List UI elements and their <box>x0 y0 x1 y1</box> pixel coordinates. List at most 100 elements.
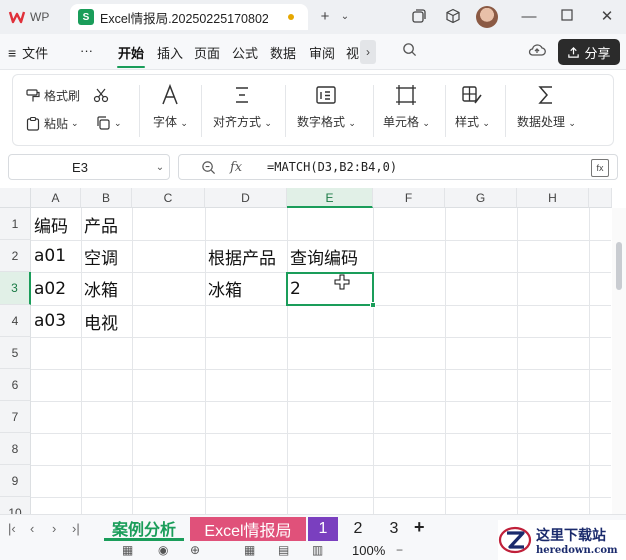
row-header-4[interactable]: 4 <box>0 305 31 337</box>
first-sheet-icon[interactable]: |‹ <box>8 521 16 536</box>
gridline <box>373 208 374 514</box>
cell-a4[interactable]: a03 <box>31 305 66 337</box>
wps-home-tab[interactable]: WP <box>4 6 62 28</box>
tab-data[interactable]: 数据 <box>270 43 296 62</box>
previous-sheet-icon[interactable]: ‹ <box>30 521 34 536</box>
ribbon-scroll-right-button[interactable]: › <box>360 40 376 64</box>
sheet-tab-2[interactable]: 2 <box>344 517 372 541</box>
copy-button[interactable]: ⌄ <box>95 115 122 131</box>
cell-b3[interactable]: 冰箱 <box>81 272 118 305</box>
focus-icon[interactable]: ⊕ <box>190 543 200 557</box>
row-header-3[interactable]: 3 <box>0 272 31 305</box>
row-header-7[interactable]: 7 <box>0 401 31 433</box>
new-tab-button[interactable]: + <box>316 8 334 26</box>
align-icon <box>236 87 249 103</box>
page-break-icon[interactable]: ▥ <box>312 543 323 557</box>
sheet-tab-3[interactable]: 3 <box>380 517 408 541</box>
column-header-g[interactable]: G <box>445 188 517 208</box>
minimize-icon[interactable]: — <box>520 8 538 26</box>
zoom-out-icon[interactable]: − <box>396 543 403 557</box>
scrollbar-thumb[interactable] <box>616 242 622 290</box>
column-header-f[interactable]: F <box>373 188 445 208</box>
layout-icon[interactable]: ▦ <box>122 543 133 557</box>
cell-d2[interactable]: 根据产品 <box>205 240 276 272</box>
tab-list-chevron-icon[interactable]: ⌄ <box>336 8 354 26</box>
tab-review[interactable]: 审阅 <box>309 43 335 62</box>
column-header-b[interactable]: B <box>81 188 132 208</box>
page-layout-icon[interactable]: ▤ <box>278 543 289 557</box>
alignment-button[interactable]: 对齐方式 ⌄ <box>213 83 272 130</box>
next-sheet-icon[interactable]: › <box>52 521 56 536</box>
row-header-5[interactable]: 5 <box>0 337 31 369</box>
style-button[interactable]: 样式 ⌄ <box>455 83 490 130</box>
user-avatar[interactable] <box>476 6 498 28</box>
name-box[interactable]: E3 ⌄ <box>8 154 170 180</box>
cell-b4[interactable]: 电视 <box>81 305 118 337</box>
chevron-down-icon[interactable]: ⌄ <box>151 162 169 173</box>
paste-button[interactable]: 粘贴 ⌄ <box>25 115 79 132</box>
number-format-button[interactable]: 数字格式 ⌄ <box>297 83 356 130</box>
sheet-tab-case-analysis[interactable]: 案例分析 <box>104 517 184 541</box>
tab-formula[interactable]: 公式 <box>232 43 258 62</box>
file-menu[interactable]: ≡ 文件 <box>8 43 48 62</box>
fill-handle[interactable] <box>370 302 376 308</box>
cell-button[interactable]: 单元格 ⌄ <box>383 83 430 130</box>
hamburger-icon: ≡ <box>8 44 17 61</box>
cell-b1[interactable]: 产品 <box>81 208 118 240</box>
formula-input[interactable]: fx =MATCH(D3,B2:B4,0) fx <box>178 154 618 180</box>
row-header-6[interactable]: 6 <box>0 369 31 401</box>
search-icon[interactable] <box>402 42 417 60</box>
normal-view-icon[interactable]: ▦ <box>244 543 255 557</box>
data-processing-button[interactable]: 数据处理 ⌄ <box>517 83 576 130</box>
column-header-e[interactable]: E <box>287 188 373 208</box>
cell-e2[interactable]: 查询编码 <box>287 240 358 272</box>
format-painter-button[interactable]: 格式刷 <box>25 87 80 104</box>
column-header-d[interactable]: D <box>205 188 287 208</box>
cloud-upload-icon[interactable] <box>528 42 546 61</box>
close-icon[interactable]: ✕ <box>598 8 616 26</box>
last-sheet-icon[interactable]: ›| <box>72 521 80 536</box>
row-header-2[interactable]: 2 <box>0 240 31 272</box>
more-menu[interactable]: ··· <box>80 43 93 58</box>
row-header-9[interactable]: 9 <box>0 465 31 497</box>
cell-a3[interactable]: a02 <box>31 272 66 305</box>
cell-a2[interactable]: a01 <box>31 240 66 272</box>
site-watermark: 这里下载站 heredown.com <box>498 520 626 560</box>
cut-button[interactable] <box>93 87 109 103</box>
tab-page[interactable]: 页面 <box>194 43 220 62</box>
cell-a1[interactable]: 编码 <box>31 208 68 240</box>
tab-insert[interactable]: 插入 <box>157 43 183 62</box>
column-header-a[interactable]: A <box>31 188 81 208</box>
zoom-level[interactable]: 100% <box>352 543 385 558</box>
column-header-h[interactable]: H <box>517 188 589 208</box>
row-header-8[interactable]: 8 <box>0 433 31 465</box>
tab-home[interactable]: 开始 <box>118 43 144 62</box>
column-header-i[interactable] <box>589 188 612 208</box>
add-sheet-button[interactable]: + <box>414 517 425 538</box>
sheet-tab-1[interactable]: 1 <box>308 517 338 541</box>
font-button[interactable]: 字体 ⌄ <box>153 83 188 130</box>
ribbon-divider <box>201 85 202 137</box>
expand-formula-icon[interactable]: fx <box>591 159 609 177</box>
document-tab[interactable]: S Excel情报局.20250225170802 <box>70 4 308 30</box>
column-header-c[interactable]: C <box>132 188 205 208</box>
cell-b2[interactable]: 空调 <box>81 240 118 272</box>
spreadsheet-grid[interactable]: A B C D E F G H 1 2 3 4 5 6 7 8 9 10 11 … <box>0 188 626 514</box>
fx-icon[interactable]: fx <box>230 160 242 175</box>
formula-text: =MATCH(D3,B2:B4,0) <box>267 160 398 174</box>
share-button[interactable]: 分享 <box>558 39 620 65</box>
eye-icon[interactable]: ◉ <box>158 543 168 557</box>
tab-view[interactable]: 视 <box>346 43 359 62</box>
zoom-search-icon[interactable] <box>201 160 216 175</box>
watermark-logo-icon <box>498 526 532 554</box>
row-header-10[interactable]: 10 <box>0 497 31 514</box>
file-menu-label: 文件 <box>22 46 49 61</box>
maximize-icon[interactable] <box>558 8 576 26</box>
window-tile-icon[interactable] <box>410 8 428 26</box>
sheet-tab-excel-info[interactable]: Excel情报局 <box>190 517 306 541</box>
cube-icon[interactable] <box>444 8 462 26</box>
cell-d3[interactable]: 冰箱 <box>205 272 242 305</box>
select-all-corner[interactable] <box>0 188 31 208</box>
vertical-scrollbar[interactable] <box>612 208 626 514</box>
row-header-1[interactable]: 1 <box>0 208 31 240</box>
